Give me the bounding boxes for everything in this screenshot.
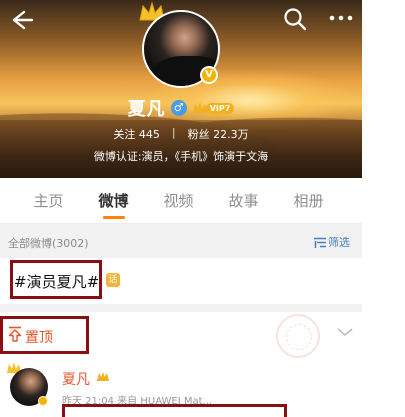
pin-icon — [8, 326, 22, 342]
following-stat[interactable]: 关注 445 — [113, 126, 160, 142]
vip-level-label: VIP7 — [205, 102, 235, 114]
tab-story[interactable]: 故事 — [211, 190, 276, 211]
tab-album[interactable]: 相册 — [276, 190, 341, 211]
stamp-watermark — [276, 314, 320, 358]
right-margin — [362, 0, 405, 417]
profile-name-row: 夏凡 ♂ VIP7 — [0, 96, 362, 120]
topic-badge-icon: 话 — [106, 273, 120, 287]
filter-button[interactable]: 筛选 — [314, 234, 350, 250]
filter-bar: 全部微博(3002) 筛选 — [0, 228, 362, 256]
filter-label: 筛选 — [328, 236, 350, 249]
following-label: 关注 — [113, 128, 136, 141]
tab-weibo[interactable]: 微博 — [81, 190, 146, 219]
back-arrow-icon[interactable] — [6, 6, 34, 34]
vip-icon[interactable]: VIP7 — [192, 101, 235, 115]
verified-icon: V — [200, 66, 218, 84]
profile-tabs: 主页 微博 视频 故事 相册 — [0, 178, 362, 224]
post-verified-icon — [38, 396, 48, 406]
topic-tag[interactable]: #演员夏凡# — [14, 271, 99, 292]
chevron-down-icon[interactable] — [336, 326, 354, 338]
fans-count: 22.3万 — [213, 128, 249, 141]
fans-stat[interactable]: 粉丝 22.3万 — [188, 126, 249, 142]
filter-icon — [314, 237, 326, 248]
weibo-profile-screen: V 夏凡 ♂ VIP7 关注 445 | 粉丝 22.3万 微博认证:演员，《手… — [0, 0, 362, 417]
weibo-count: 全部微博(3002) — [8, 237, 89, 250]
pinned-label: 置顶 — [25, 330, 53, 346]
post-author-name[interactable]: 夏凡 — [62, 369, 90, 389]
search-icon[interactable] — [282, 6, 308, 32]
content-highlight-box — [62, 404, 287, 417]
gender-male-icon: ♂ — [170, 100, 187, 116]
stat-divider: | — [171, 126, 176, 139]
verification-text: 微博认证:演员，《手机》饰演于文海 — [93, 150, 269, 163]
tab-video[interactable]: 视频 — [146, 190, 211, 211]
fans-label: 粉丝 — [187, 128, 210, 141]
follow-stats: 关注 445 | 粉丝 22.3万 — [0, 126, 362, 142]
profile-name: 夏凡 — [127, 99, 166, 120]
more-icon[interactable] — [326, 6, 356, 30]
following-count: 445 — [138, 128, 160, 141]
vip-badge-icon — [97, 371, 109, 381]
tab-home[interactable]: 主页 — [16, 190, 81, 211]
